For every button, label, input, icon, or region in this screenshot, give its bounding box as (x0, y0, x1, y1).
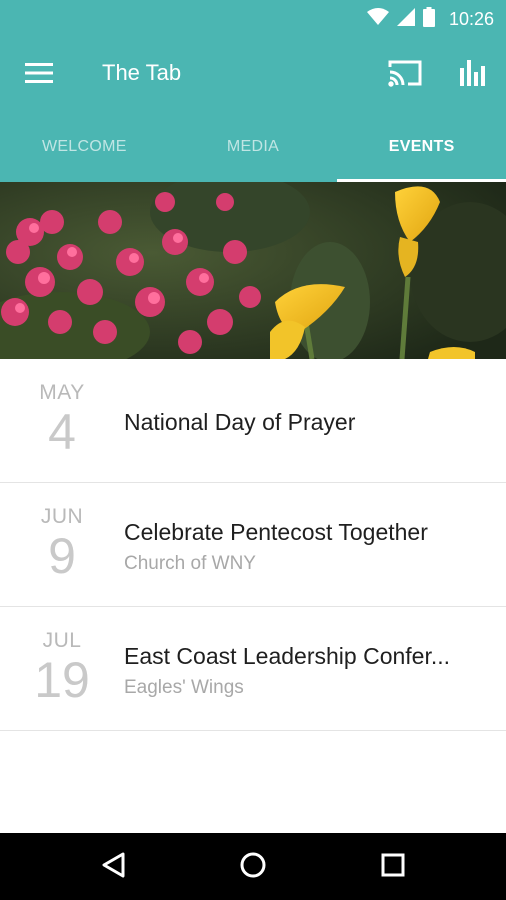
event-item[interactable]: JUN 9 Celebrate Pentecost Together Churc… (0, 483, 506, 607)
status-icons: 10:26 (366, 6, 494, 32)
event-day: 9 (48, 528, 76, 584)
tab-events[interactable]: EVENTS (337, 112, 506, 182)
tab-bar: WELCOME MEDIA EVENTS (0, 112, 506, 182)
home-icon (239, 851, 267, 884)
event-title: National Day of Prayer (124, 409, 356, 435)
app-bar: The Tab (0, 38, 506, 112)
battery-icon (422, 6, 435, 32)
tab-welcome[interactable]: WELCOME (0, 112, 169, 182)
home-button[interactable] (236, 850, 270, 884)
status-time: 10:26 (448, 8, 494, 29)
menu-button[interactable] (22, 58, 56, 92)
event-month: JUL (42, 629, 82, 652)
event-subtitle: Church of WNY (124, 553, 256, 574)
cast-icon (388, 59, 422, 92)
recents-button[interactable] (376, 850, 410, 884)
event-title: Celebrate Pentecost Together (124, 519, 428, 545)
event-item[interactable]: MAY 4 National Day of Prayer (0, 359, 506, 483)
bar-chart-icon (458, 58, 488, 93)
event-month: JUN (40, 505, 84, 528)
event-subtitle: Eagles' Wings (124, 677, 244, 698)
event-day: 19 (34, 652, 90, 708)
back-button[interactable] (96, 850, 130, 884)
navigation-bar (0, 833, 506, 900)
event-month: MAY (39, 381, 85, 404)
app-title: The Tab (102, 60, 182, 85)
stats-button[interactable] (454, 56, 492, 94)
event-item[interactable]: JUL 19 East Coast Leadership Confer... E… (0, 607, 506, 731)
status-bar: 10:26 (0, 0, 506, 38)
hero-image (0, 182, 506, 359)
flowers-illustration (0, 182, 506, 359)
menu-icon (25, 62, 53, 89)
back-icon (100, 851, 126, 884)
signal-icon (396, 7, 415, 31)
events-list: MAY 4 National Day of Prayer JUN 9 Celeb… (0, 359, 506, 731)
wifi-icon (366, 7, 389, 31)
recents-icon (380, 852, 406, 883)
event-title: East Coast Leadership Confer... (124, 643, 451, 669)
cast-button[interactable] (386, 56, 424, 94)
tab-media[interactable]: MEDIA (169, 112, 338, 182)
event-day: 4 (48, 404, 76, 460)
